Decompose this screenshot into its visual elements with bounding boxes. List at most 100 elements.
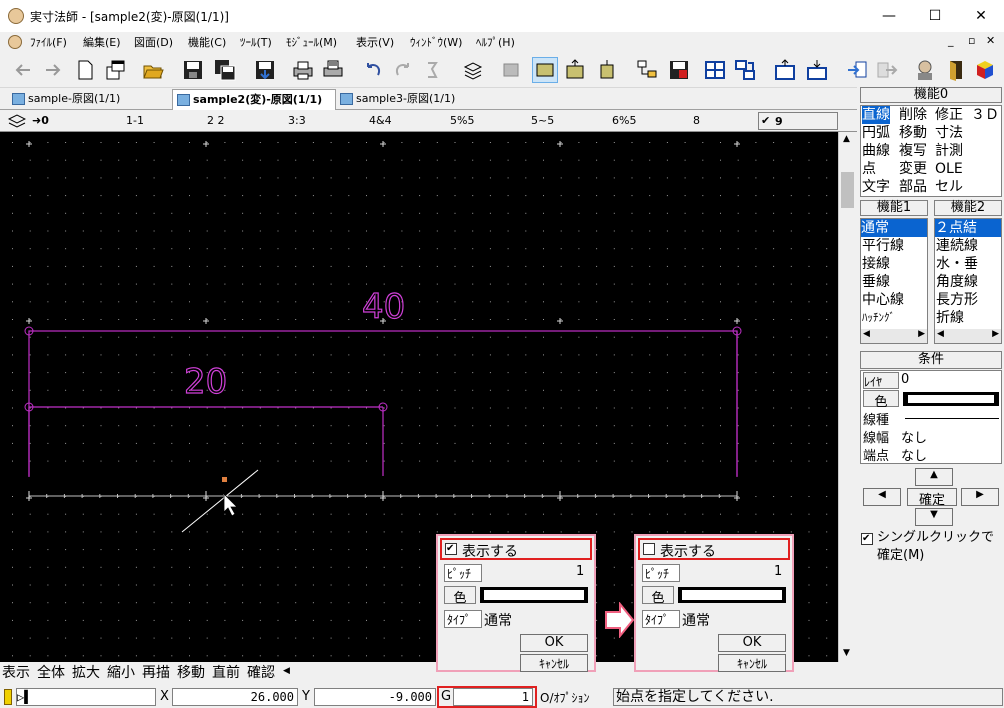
y-coordinate[interactable]: -9.000 (314, 688, 436, 706)
func1-item[interactable]: ﾊｯﾁﾝｸﾞ (862, 309, 895, 327)
print-preview-icon[interactable] (320, 57, 346, 83)
scroll-right-icon[interactable]: ▶ (918, 329, 925, 339)
cmd-move[interactable]: 移動 (177, 664, 205, 682)
user-icon[interactable] (912, 57, 938, 83)
show-checkbox[interactable]: ✔ (445, 543, 457, 555)
save-all-icon[interactable] (212, 57, 238, 83)
cancel-button[interactable]: ｷｬﾝｾﾙ (520, 654, 588, 672)
func2-hscroll[interactable]: ◀ ▶ (935, 329, 1001, 343)
send-icon[interactable] (874, 57, 900, 83)
layer-0[interactable]: ➜0 (32, 114, 49, 127)
func1-item[interactable]: 垂線 (862, 273, 890, 291)
func-ole[interactable]: OLE (935, 160, 963, 178)
cmd-scroll-left-icon[interactable]: ◀ (283, 666, 290, 676)
func1-item[interactable]: 中心線 (862, 291, 904, 309)
scroll-up-icon[interactable]: ▲ (843, 134, 850, 144)
cmd-display[interactable]: 表示 (2, 664, 30, 682)
menu-drawing[interactable]: 図面(D) (134, 34, 173, 50)
func-part[interactable]: 部品 (899, 178, 927, 196)
forward-icon[interactable] (40, 57, 66, 83)
layer-value[interactable]: 0 (901, 372, 909, 387)
cube-icon[interactable] (972, 57, 998, 83)
menu-view[interactable]: 表示(V) (356, 34, 394, 50)
nav-up-button[interactable]: ▲ (915, 468, 953, 486)
vertical-scrollbar[interactable]: ▲ ▼ (838, 132, 856, 662)
menu-module[interactable]: ﾓｼﾞｭｰﾙ(M) (286, 34, 337, 50)
cmd-confirm[interactable]: 確認 (247, 664, 275, 682)
func2-item[interactable]: 折線 (936, 309, 964, 327)
dialog-color-swatch[interactable] (678, 587, 786, 603)
layer-4[interactable]: 4&4 (369, 114, 392, 127)
grid-pitch-value[interactable]: 1 (453, 688, 533, 706)
menu-function[interactable]: 機能(C) (188, 34, 226, 50)
func1-hscroll[interactable]: ◀ ▶ (861, 329, 927, 343)
func2-item[interactable]: 角度線 (936, 273, 978, 291)
type-value[interactable]: 通常 (682, 610, 710, 630)
save-special-icon[interactable] (666, 57, 692, 83)
cancel-button[interactable]: ｷｬﾝｾﾙ (718, 654, 786, 672)
scroll-left-icon[interactable]: ◀ (937, 329, 944, 339)
hierarchy-icon[interactable] (732, 57, 758, 83)
func-delete[interactable]: 削除 (899, 106, 927, 124)
close-button[interactable]: ✕ (958, 0, 1004, 32)
save-icon[interactable] (180, 57, 206, 83)
func-move[interactable]: 移動 (899, 124, 927, 142)
scroll-right-icon[interactable]: ▶ (992, 329, 999, 339)
cmd-previous[interactable]: 直前 (212, 664, 240, 682)
func2-item[interactable]: ２点結 (935, 219, 1001, 237)
window-down-icon[interactable] (804, 57, 830, 83)
ok-button[interactable]: OK (520, 634, 588, 652)
linetype-sample[interactable] (905, 418, 999, 419)
func-line[interactable]: 直線 (862, 106, 890, 124)
func1-item[interactable]: 接線 (862, 255, 890, 273)
pitch-value[interactable]: 1 (774, 564, 782, 579)
layer-8[interactable]: 8 (693, 114, 700, 127)
nav-left-button[interactable]: ◀ (863, 488, 901, 506)
func-curve[interactable]: 曲線 (862, 142, 890, 160)
fill-icon[interactable] (498, 57, 524, 83)
new-window-icon[interactable] (102, 57, 128, 83)
func-copy[interactable]: 複写 (899, 142, 927, 160)
func-point[interactable]: 点 (862, 160, 876, 178)
undo-icon[interactable] (360, 57, 386, 83)
scroll-down-icon[interactable]: ▼ (843, 648, 850, 658)
func-modify[interactable]: 修正 (935, 106, 963, 124)
confirm-button[interactable]: 確定 (907, 488, 957, 508)
dialog-color-swatch[interactable] (480, 587, 588, 603)
layer-2[interactable]: 2 2 (207, 114, 225, 127)
func-measure[interactable]: 計測 (935, 142, 963, 160)
area-move-icon[interactable] (562, 57, 588, 83)
layer-7[interactable]: 6%5 (612, 114, 636, 127)
func-3d[interactable]: ３Ｄ (971, 106, 999, 124)
tab-sample3[interactable]: sample3-原図(1/1) (336, 89, 496, 110)
nav-down-button[interactable]: ▼ (915, 508, 953, 526)
layers-icon[interactable] (460, 57, 486, 83)
exit-icon[interactable] (942, 57, 968, 83)
layer-6[interactable]: 5~5 (531, 114, 554, 127)
tab-sample2[interactable]: sample2(変)-原図(1/1) (172, 89, 336, 110)
endpoint-value[interactable]: なし (901, 445, 927, 464)
new-icon[interactable] (72, 57, 98, 83)
cmd-zoom-in[interactable]: 拡大 (72, 664, 100, 682)
scroll-thumb[interactable] (841, 172, 854, 208)
mdi-minimize-button[interactable]: _ (948, 34, 954, 47)
menu-help[interactable]: ﾍﾙﾌﾟ(H) (476, 34, 515, 50)
area-copy-icon[interactable] (594, 57, 620, 83)
layer-9[interactable]: ✔ 9 (758, 112, 838, 130)
window-up-icon[interactable] (772, 57, 798, 83)
type-value[interactable]: 通常 (484, 610, 512, 630)
menu-file[interactable]: ﾌｧｲﾙ(F) (30, 34, 67, 50)
layer-1[interactable]: 1-1 (126, 114, 144, 127)
mdi-restore-button[interactable]: ▫ (968, 34, 975, 47)
single-click-checkbox[interactable]: ✔ (861, 533, 873, 545)
linewidth-value[interactable]: なし (901, 427, 927, 446)
pitch-value[interactable]: 1 (576, 564, 584, 579)
tab-sample[interactable]: sample-原図(1/1) (8, 89, 168, 110)
tree-icon[interactable] (634, 57, 660, 83)
menu-tools[interactable]: ﾂｰﾙ(T) (240, 34, 272, 50)
open-icon[interactable] (140, 57, 166, 83)
func2-item[interactable]: 長方形 (936, 291, 978, 309)
print-icon[interactable] (290, 57, 316, 83)
cmd-all[interactable]: 全体 (37, 664, 65, 682)
func-change[interactable]: 変更 (899, 160, 927, 178)
